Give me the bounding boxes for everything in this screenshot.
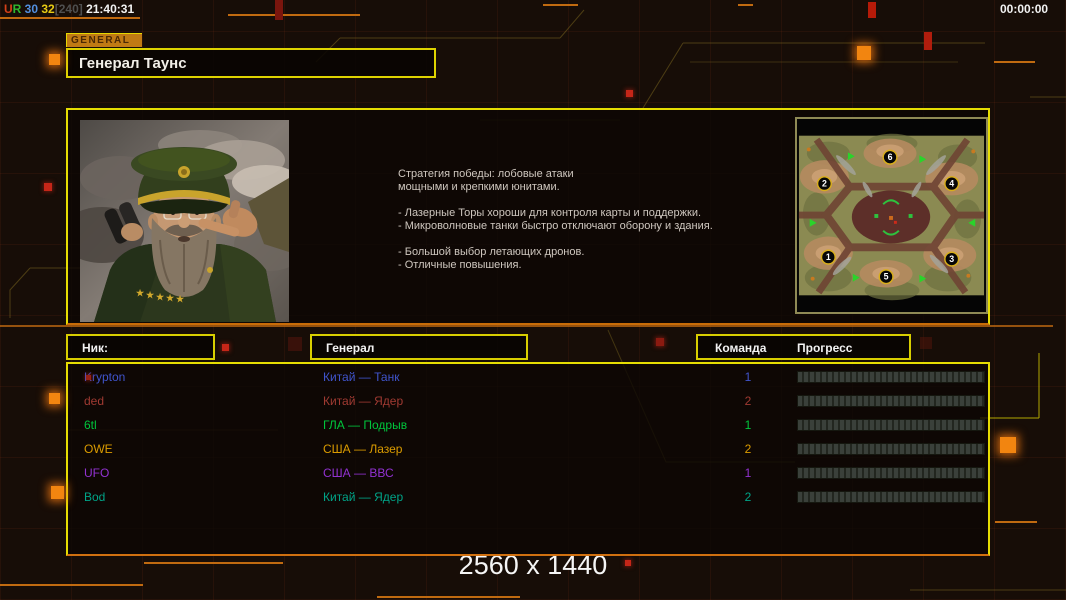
player-team: 1 (744, 466, 752, 480)
player-row: OWE США — Лазер 2 (68, 437, 988, 461)
map-preview: 1 2 3 4 5 6 (795, 117, 988, 314)
status-part: 30 (24, 2, 42, 16)
player-name: ded (84, 394, 105, 408)
svg-text:★: ★ (146, 290, 155, 300)
player-general: США — ВВС (323, 466, 394, 480)
decor-square (44, 183, 52, 191)
description-paragraph: - Большой выбор летающих дронов. - Отлич… (398, 246, 585, 271)
decor-square (86, 375, 91, 380)
progress-bar (797, 419, 985, 431)
player-general: ГЛА — Подрыв (323, 418, 408, 432)
player-name: Bod (84, 490, 106, 504)
general-info-panel: ★ ★ ★ ★ ★ Стратегия победы: лобовые атаки м… (66, 108, 990, 325)
start-position-label: 4 (949, 179, 954, 189)
player-name: 6tl (84, 418, 97, 432)
player-team: 1 (744, 418, 752, 432)
column-header-general: Генерал (310, 334, 528, 360)
player-general: Китай — Ядер (323, 490, 404, 504)
status-part: R (12, 2, 25, 16)
progress-bar (797, 371, 985, 383)
general-title-box: Генерал Таунс (66, 48, 436, 78)
start-position-label: 6 (888, 152, 893, 162)
match-timer: 00:00:00 (1000, 2, 1049, 16)
player-row: 6tl ГЛА — Подрыв 1 (68, 413, 988, 437)
decor-square (222, 344, 229, 351)
game-lobby-screen: UR 30 32[240] 21:40:31 00:00:00 GENERAL … (0, 0, 1066, 600)
player-list: Krypton Китай — Танк 1 ded Китай — Ядер … (66, 362, 990, 556)
status-part: U (4, 2, 13, 16)
status-part: 32 (41, 2, 55, 16)
start-position-label: 2 (822, 179, 827, 189)
progress-bar (797, 395, 985, 407)
header-label: Генерал (326, 341, 375, 355)
player-row: UFO США — ВВС 1 (68, 461, 988, 485)
player-general: Китай — Ядер (323, 394, 404, 408)
player-row: Krypton Китай — Танк 1 (68, 365, 988, 389)
svg-text:★: ★ (166, 293, 175, 303)
player-row: Bod Китай — Ядер 2 (68, 485, 988, 509)
start-position-label: 1 (826, 252, 831, 262)
start-position-label: 5 (884, 272, 889, 282)
decor-square (49, 393, 60, 404)
decor-square (625, 560, 631, 566)
tab-general: GENERAL (66, 33, 142, 47)
player-team: 2 (744, 490, 752, 504)
decor-square (626, 90, 633, 97)
header-label: Команда (715, 341, 767, 355)
player-general: Китай — Танк (323, 370, 400, 384)
general-description: Стратегия победы: лобовые атаки мощными … (398, 168, 798, 285)
svg-text:★: ★ (156, 292, 165, 302)
start-position-label: 3 (949, 254, 954, 264)
player-team: 2 (744, 442, 752, 456)
decor-square (1000, 437, 1016, 453)
svg-text:★: ★ (136, 288, 145, 298)
connection-status: UR 30 32[240] 21:40:31 (4, 2, 134, 16)
player-name: UFO (84, 466, 110, 480)
decor-square (51, 486, 64, 499)
description-paragraph: Стратегия победы: лобовые атаки мощными … (398, 168, 574, 193)
decor-square (49, 54, 60, 65)
progress-bar (797, 443, 985, 455)
progress-bar (797, 467, 985, 479)
general-portrait: ★ ★ ★ ★ ★ (80, 120, 289, 322)
description-paragraph: - Лазерные Торы хороши для контроля карт… (398, 207, 713, 232)
player-team: 2 (744, 394, 752, 408)
header-label: Прогресс (797, 341, 853, 355)
status-part: [240] (54, 2, 87, 16)
progress-bar (797, 491, 985, 503)
player-row: ded Китай — Ядер 2 (68, 389, 988, 413)
page-title: Генерал Таунс (79, 55, 187, 72)
player-team: 1 (744, 370, 752, 384)
decor-square (857, 46, 871, 60)
player-general: США — Лазер (323, 442, 403, 456)
header-label: Ник: (82, 341, 109, 355)
column-header-team-progress: Команда Прогресс (696, 334, 911, 360)
svg-text:★: ★ (176, 294, 185, 304)
status-clock: 21:40:31 (86, 2, 135, 16)
player-name: OWE (84, 442, 113, 456)
decor-square (656, 338, 664, 346)
column-header-nick: Ник: (66, 334, 215, 360)
